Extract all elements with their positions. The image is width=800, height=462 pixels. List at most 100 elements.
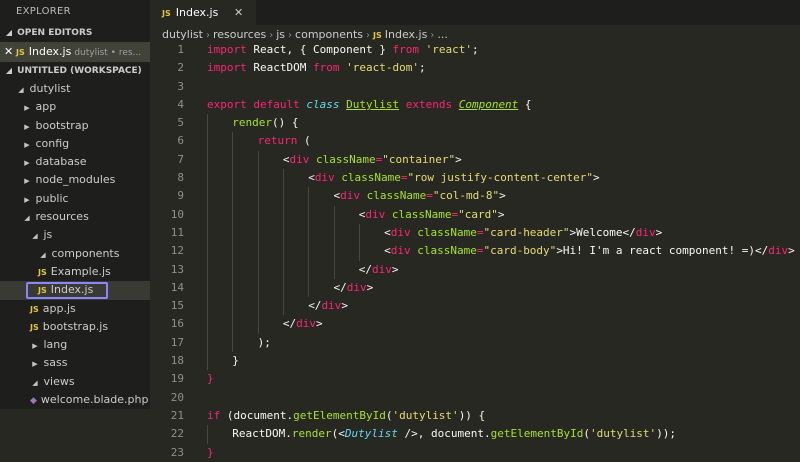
code-token: >Hi! I'm a react component! =)</ (556, 244, 769, 258)
code-token: ; (418, 61, 426, 75)
indent-guide (207, 114, 208, 133)
code-line: 18} (150, 352, 800, 371)
code-token: )); (656, 427, 677, 441)
js-file-icon: JS (16, 48, 25, 57)
code-text: if (document.getElementById('dutylist'))… (207, 407, 485, 425)
code-token: div (296, 317, 317, 331)
breadcrumb-file[interactable]: Index.js (385, 28, 428, 41)
code-text: <div className="row justify-content-cent… (308, 169, 599, 187)
code-line: 15 </div> (150, 297, 800, 316)
tree-item[interactable]: ◢ resources (0, 208, 150, 226)
code-text: } (207, 444, 214, 462)
code-line: 13 </div> (150, 260, 800, 279)
code-token: Dutylist (344, 427, 398, 441)
code-token: Component (458, 97, 519, 111)
code-token: import (207, 61, 247, 75)
code-token: ( (297, 134, 311, 148)
tree-item[interactable]: ▶ sass (0, 354, 150, 372)
code-token: > (391, 262, 399, 276)
open-editors-header[interactable]: ◢ OPEN EDITORS (0, 24, 150, 42)
blade-file-icon: ◆ (30, 396, 37, 407)
code-token: (< (331, 427, 345, 441)
code-text: <div className="card"> (359, 206, 505, 224)
breadcrumb-more[interactable]: ... (437, 28, 448, 41)
code-token: className (417, 225, 477, 239)
tree-item[interactable]: JS Index.js (0, 281, 150, 300)
code-text: ); (258, 334, 271, 352)
tree-item-label: components (51, 246, 120, 260)
tree-item-label: views (43, 374, 75, 388)
line-number: 10 (170, 207, 184, 221)
code-token: > (497, 207, 505, 221)
tree-item[interactable]: JS Example.js (0, 263, 150, 281)
indent-guide (358, 223, 360, 243)
code-token: extends (405, 97, 453, 111)
indent-guide (207, 315, 208, 334)
code-token: < (384, 244, 391, 258)
workspace-header[interactable]: ◢ UNTITLED (WORKSPACE) (0, 62, 150, 80)
code-text: <div className="card-header">Welcome</di… (384, 224, 662, 242)
indent-guide (333, 260, 335, 279)
selection-highlight (26, 282, 108, 300)
indent-guide (333, 205, 335, 224)
code-token: export (207, 97, 247, 111)
breadcrumb-item[interactable]: resources (213, 28, 266, 41)
tree-item-label: public (35, 191, 69, 205)
indent-guide (308, 223, 310, 243)
code-line: 17); (150, 333, 800, 353)
code-token: div (321, 299, 342, 313)
tree-item-label: welcome.blade.php (40, 393, 149, 407)
indent-guide (232, 205, 234, 224)
tree-item[interactable]: JS bootstrap.js (0, 318, 150, 336)
tree-item[interactable]: ◢ components (0, 245, 150, 263)
code-token: ReactDOM (246, 61, 313, 75)
breadcrumb-item[interactable]: js (276, 28, 285, 41)
tree-item[interactable]: ◢ views (0, 373, 150, 391)
breadcrumb-item[interactable]: components (295, 28, 363, 41)
open-editors-label: OPEN EDITORS (17, 28, 93, 38)
code-token: </ (282, 317, 297, 331)
tab-index-js[interactable]: JS Index.js ✕ (150, 0, 256, 25)
chevron-down-icon: ◢ (18, 86, 24, 94)
indent-guide (257, 187, 259, 206)
tree-item[interactable]: ◢ dutylist (0, 80, 150, 98)
indent-guide (308, 205, 310, 224)
close-icon[interactable]: ✕ (234, 0, 243, 25)
indent-guide (257, 169, 259, 188)
tree-item[interactable]: ▶ app (0, 98, 150, 116)
tree-item[interactable]: ◢ js (0, 226, 150, 244)
tree-item[interactable]: JS app.js (0, 300, 150, 318)
tree-item[interactable]: ▶ config (0, 135, 150, 153)
indent-guide (257, 315, 259, 334)
code-token: div (340, 189, 360, 203)
tree-item[interactable]: ▶ bootstrap (0, 117, 150, 135)
chevron-down-icon: ◢ (5, 28, 13, 37)
code-token: > (341, 299, 348, 313)
code-line: 12 <div className="card-body">Hi! I'm a r… (150, 242, 800, 261)
open-editor-description: dutylist • res... (74, 48, 142, 58)
code-token: </ (358, 262, 373, 276)
code-text: import React, { Component } from 'react'… (207, 41, 479, 59)
tree-item[interactable]: ▶ node_modules (0, 171, 150, 189)
code-token: className (316, 152, 376, 166)
open-editor-item-index-js[interactable]: ✕ JS Index.js dutylist • res... (0, 42, 150, 62)
line-number: 14 (170, 280, 184, 294)
code-line: 16 </div> (150, 315, 800, 334)
indent-guide (207, 352, 208, 371)
code-token: div (314, 171, 335, 185)
indent-guide (308, 242, 310, 261)
breadcrumb-item[interactable]: dutylist (162, 28, 203, 41)
tree-item[interactable]: ▶ public (0, 190, 150, 208)
code-text: } (232, 352, 239, 370)
code-editor[interactable]: 1 import React, { Component } from 'react… (150, 41, 800, 462)
tree-item[interactable]: ▶ database (0, 153, 150, 171)
code-token: 'react-dom' (346, 61, 419, 75)
indent-guide (257, 223, 259, 243)
indent-guide (333, 242, 335, 261)
tree-item[interactable]: ▶ lang (0, 336, 150, 354)
close-icon[interactable]: ✕ (4, 42, 13, 62)
tree-item[interactable]: ◆ welcome.blade.php (0, 391, 150, 409)
chevron-right-icon: ▶ (24, 159, 30, 168)
explorer-sidebar: EXPLORER ◢ OPEN EDITORS ✕ JS Index.js duty… (0, 0, 150, 409)
